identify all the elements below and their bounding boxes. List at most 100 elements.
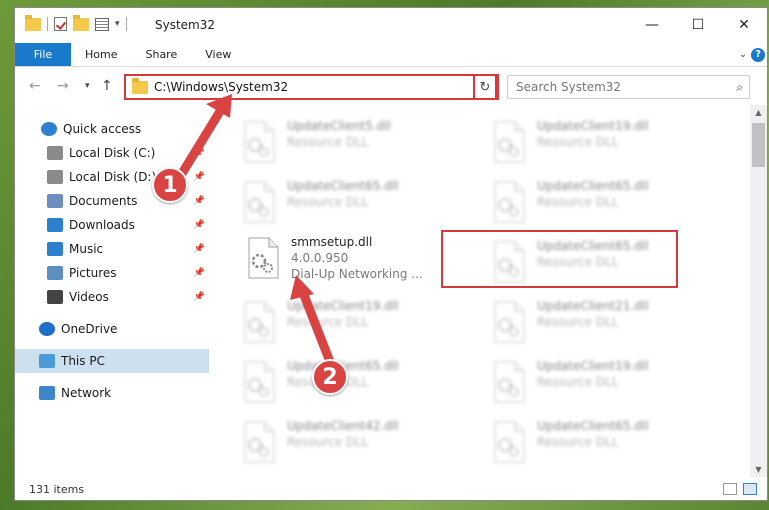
file-item[interactable]: UpdateClient65.dllResource DLL [491, 419, 721, 471]
file-name: UpdateClient5.dll [287, 119, 391, 133]
separator [47, 17, 48, 31]
file-text: UpdateClient19.dll Resource DLL [537, 119, 649, 149]
tab-file[interactable]: File [15, 43, 71, 66]
file-item[interactable]: UpdateClient42.dll Resource DLL [241, 419, 471, 471]
sidebar-item-label: Downloads [69, 218, 135, 232]
onedrive-icon [39, 322, 55, 336]
file-item[interactable]: UpdateClient5.dll Resource DLL [241, 119, 471, 171]
file-text: UpdateClient42.dll Resource DLL [287, 419, 399, 449]
sidebar-item-music[interactable]: Music 📌 [15, 237, 209, 261]
tab-share[interactable]: Share [131, 43, 191, 66]
star-icon [41, 122, 57, 136]
file-type: Resource DLL [537, 315, 619, 329]
file-text: UpdateClient65.dll Resource DLL [537, 239, 649, 269]
scrollbar-thumb[interactable] [752, 123, 765, 167]
pin-icon: 📌 [193, 148, 205, 158]
close-button[interactable]: ✕ [721, 8, 767, 42]
file-item[interactable]: UpdateClient19.dll Resource DLL [491, 119, 721, 171]
file-text: UpdateClient65.dll Resource DLL [537, 179, 649, 209]
sidebar-item-local-disk-c[interactable]: Local Disk (C:) 📌 [15, 141, 209, 165]
file-type: Resource DLL [537, 375, 619, 389]
address-path[interactable]: C:\Windows\System32 [154, 80, 288, 94]
sidebar-item-pictures[interactable]: Pictures 📌 [15, 261, 209, 285]
pictures-icon [47, 266, 63, 280]
dll-file-icon [241, 121, 279, 165]
pin-icon: 📌 [193, 268, 205, 278]
music-icon [47, 242, 63, 256]
sidebar-item-label: Music [69, 242, 104, 256]
drive-icon [47, 146, 63, 160]
help-icon[interactable]: ? [751, 47, 766, 62]
file-list: UpdateClient5.dll Resource DLL UpdateClien… [221, 105, 745, 477]
back-arrow-icon[interactable]: ← [29, 78, 41, 94]
pin-icon: 📌 [193, 244, 205, 254]
this-pc-icon [39, 354, 55, 368]
item-count: 131 items [29, 482, 85, 496]
file-name: UpdateClient65.dll [287, 179, 399, 193]
properties-check-icon[interactable] [54, 17, 67, 31]
search-placeholder: Search System32 [516, 80, 622, 94]
sidebar-item-label: Videos [69, 290, 109, 304]
file-item[interactable]: UpdateClient65.dllResource DLL [241, 179, 471, 231]
dll-file-icon [241, 301, 279, 345]
view-switcher [723, 483, 757, 495]
file-name: UpdateClient19.dll [537, 359, 649, 373]
file-item[interactable]: UpdateClient65.dllResource DLL [241, 359, 471, 411]
address-bar[interactable]: C:\Windows\System32 ⌄ [124, 74, 499, 100]
file-item[interactable]: UpdateClient19.dll Resource DLL [491, 359, 721, 411]
file-text: UpdateClient65.dll Resource DLL [537, 419, 649, 449]
window-controls: — ☐ ✕ [629, 8, 767, 42]
scroll-up-chevron-icon[interactable]: ▲ [750, 108, 767, 117]
file-text: smmsetup.dll 4.0.0.950 Dial-Up Networking … [291, 235, 423, 281]
sidebar-item-network[interactable]: Network [15, 381, 209, 405]
file-description: Dial-Up Networking ... [291, 267, 423, 281]
sidebar-item-downloads[interactable]: Downloads 📌 [15, 213, 209, 237]
drive-icon [47, 170, 63, 184]
file-item[interactable]: UpdateClient19.dll Resource DLL [241, 299, 471, 351]
pin-icon: 📌 [193, 220, 205, 230]
window-title: System32 [155, 18, 216, 32]
pin-icon: 📌 [193, 172, 205, 182]
forward-arrow-icon[interactable]: → [57, 78, 69, 94]
file-item-smmsetup[interactable]: smmsetup.dll 4.0.0.950 Dial-Up Networking … [245, 235, 475, 287]
vertical-scrollbar[interactable]: ▲ ▼ [750, 105, 767, 477]
search-input[interactable]: Search System32 ⌕ [507, 75, 750, 99]
file-item[interactable]: UpdateClient65.dllResource DLL [491, 239, 721, 291]
dll-file-icon [241, 361, 279, 405]
expand-ribbon-chevron-icon[interactable]: ⌄ [739, 49, 747, 60]
file-item[interactable]: UpdateClient65.dllResource DLL [491, 179, 721, 231]
file-name: smmsetup.dll [291, 235, 373, 249]
dll-file-icon [491, 301, 529, 345]
new-folder-icon[interactable] [73, 14, 89, 31]
tab-view[interactable]: View [191, 43, 245, 66]
recent-locations-chevron-icon[interactable]: ▾ [85, 81, 90, 91]
sidebar-item-label: OneDrive [61, 322, 118, 336]
sidebar-item-label: Local Disk (C:) [69, 146, 156, 160]
file-item[interactable]: UpdateClient21.dll Resource DLL [491, 299, 721, 351]
scroll-down-chevron-icon[interactable]: ▼ [750, 465, 767, 474]
file-type: Resource DLL [537, 135, 619, 149]
refresh-icon: ↻ [479, 79, 491, 95]
ribbon-help: ⌄ ? [737, 43, 767, 66]
file-type: Resource DLL [537, 195, 619, 209]
details-view-icon[interactable] [723, 483, 737, 495]
tiles-view-icon[interactable] [743, 483, 757, 495]
folder-icon[interactable] [25, 14, 41, 31]
minimize-button[interactable]: — [629, 8, 675, 42]
up-arrow-icon[interactable]: ↑ [101, 78, 113, 94]
properties-icon[interactable] [95, 17, 109, 31]
ribbon-tabs: File Home Share View ⌄ ? [15, 43, 767, 67]
refresh-button[interactable]: ↻ [473, 74, 497, 100]
sidebar-item-onedrive[interactable]: OneDrive [15, 317, 209, 341]
sidebar-item-label: Local Disk (D:) [69, 170, 157, 184]
sidebar-item-this-pc[interactable]: This PC [15, 349, 209, 373]
customize-toolbar-chevron-icon[interactable]: ▾ [115, 19, 120, 29]
title-bar: ▾ System32 — ☐ ✕ [15, 8, 767, 43]
sidebar-item-videos[interactable]: Videos 📌 [15, 285, 209, 309]
tab-home[interactable]: Home [71, 43, 131, 66]
file-type: Resource DLL [537, 255, 619, 269]
file-type: Resource DLL [287, 435, 369, 449]
maximize-button[interactable]: ☐ [675, 8, 721, 42]
sidebar-item-quick-access[interactable]: Quick access [15, 117, 209, 141]
sidebar-item-label: Pictures [69, 266, 117, 280]
